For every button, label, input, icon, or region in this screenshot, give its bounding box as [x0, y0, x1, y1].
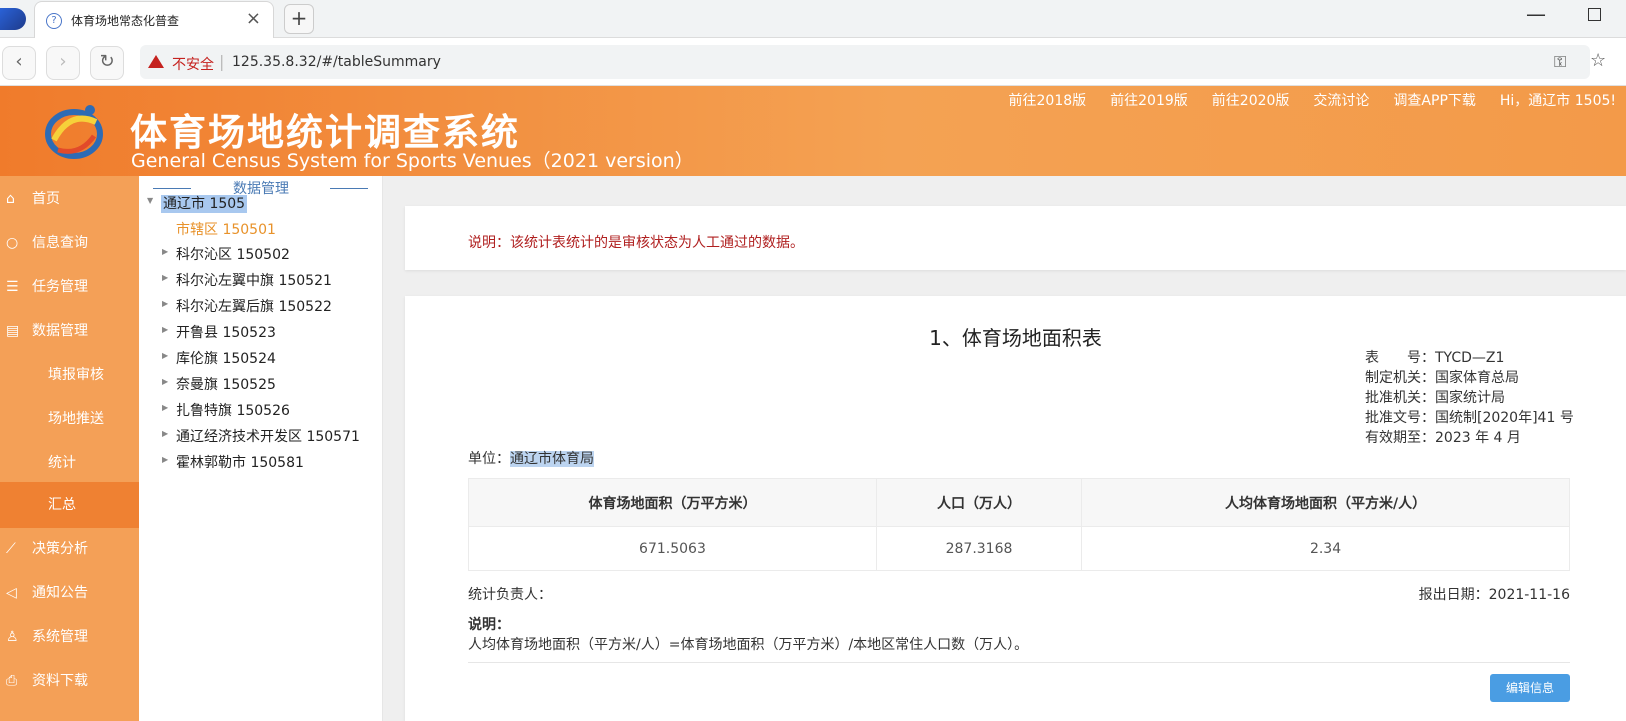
caret-right-icon[interactable]: ▶ — [162, 403, 168, 412]
speaker-icon: ◁ — [6, 585, 17, 601]
tree-node[interactable]: ▶ 库伦旗 150524 — [162, 348, 276, 368]
sidebar-item-download[interactable]: ⎙ 资料下载 — [0, 658, 139, 704]
tab-close-icon[interactable]: × — [246, 8, 261, 29]
edit-info-button[interactable]: 编辑信息 — [1490, 674, 1570, 702]
maximize-icon[interactable] — [1588, 8, 1601, 21]
caret-right-icon[interactable]: ▶ — [162, 429, 168, 438]
caret-right-icon[interactable]: ▶ — [162, 299, 168, 308]
caret-down-icon[interactable]: ▼ — [147, 196, 153, 205]
meta-form-no: 表 号：TYCD—Z1 — [1365, 350, 1505, 366]
nav-app-download[interactable]: 调查APP下载 — [1393, 90, 1475, 110]
signer-label: 统计负责人： — [468, 587, 552, 603]
tree-node[interactable]: ▶ 通辽经济技术开发区 150571 — [162, 426, 360, 446]
app-header: 体育场地统计调查系统 General Census System for Spo… — [0, 86, 1626, 176]
home-icon: ⌂ — [6, 191, 15, 207]
bookmark-star-icon[interactable]: ☆ — [1590, 50, 1606, 71]
tree-node[interactable]: 市辖区 150501 — [176, 219, 276, 239]
sidebar-item-stats[interactable]: 统计 — [0, 440, 139, 486]
report-date: 报出日期：2021-11-16 — [1418, 587, 1570, 603]
tree-node-root[interactable]: ▼ 通辽市 1505 — [147, 193, 248, 213]
warning-icon — [148, 55, 164, 68]
new-tab-button[interactable]: + — [284, 4, 314, 34]
insecure-label[interactable]: 不安全 — [172, 54, 214, 74]
sidebar-item-tasks[interactable]: ☰ 任务管理 — [0, 264, 139, 310]
sidebar-item-query[interactable]: ○ 信息查询 — [0, 220, 139, 266]
caret-right-icon[interactable]: ▶ — [162, 377, 168, 386]
divider — [330, 188, 368, 189]
table-cell: 2.34 — [1081, 526, 1570, 571]
sidebar-item-summary[interactable]: 汇总 — [0, 482, 139, 528]
sidebar-item-notice[interactable]: ◁ 通知公告 — [0, 570, 139, 616]
help-circle-icon: ? — [46, 13, 62, 29]
search-icon: ○ — [6, 235, 19, 251]
user-icon: ♙ — [6, 629, 19, 645]
unit-value: 通辽市体育局 — [510, 451, 594, 467]
nav-2018[interactable]: 前往2018版 — [1009, 90, 1087, 110]
table-cell: 671.5063 — [468, 526, 877, 571]
reload-button[interactable]: ↻ — [90, 46, 124, 80]
browser-tab-bar: ? 体育场地常态化普查 × + — — [0, 0, 1626, 38]
user-greeting[interactable]: Hi，通辽市 1505! — [1500, 90, 1616, 110]
unit-line: 单位：通辽市体育局 — [468, 451, 594, 467]
tree-node[interactable]: ▶ 科尔沁左翼后旗 150522 — [162, 296, 332, 316]
nav-2019[interactable]: 前往2019版 — [1110, 90, 1188, 110]
divider — [468, 662, 1570, 663]
app-subtitle: General Census System for Sports Venues（… — [131, 150, 694, 172]
column-header: 体育场地面积（万平方米） — [468, 478, 877, 527]
tree-node[interactable]: ▶ 开鲁县 150523 — [162, 322, 276, 342]
caret-right-icon[interactable]: ▶ — [162, 351, 168, 360]
sidebar-item-data[interactable]: ▤ 数据管理 — [0, 308, 139, 354]
sidebar-item-home[interactable]: ⌂ 首页 — [0, 176, 139, 222]
meta-approval-no: 批准文号：国统制[2020年]41 号 — [1365, 410, 1574, 426]
chart-icon: ⟋ — [6, 541, 16, 557]
minimize-icon[interactable]: — — [1526, 2, 1546, 26]
browser-tab[interactable]: ? 体育场地常态化普查 × — [34, 1, 274, 38]
tree-node[interactable]: ▶ 霍林郭勒市 150581 — [162, 452, 304, 472]
tree-node[interactable]: ▶ 科尔沁区 150502 — [162, 244, 290, 264]
table-row: 671.5063 287.3168 2.34 — [468, 526, 1570, 571]
area-table: 体育场地面积（万平方米） 人口（万人） 人均体育场地面积（平方米/人） 671.… — [468, 478, 1570, 571]
forward-button[interactable]: › — [46, 46, 80, 80]
tree-node[interactable]: ▶ 扎鲁特旗 150526 — [162, 400, 290, 420]
column-header: 人均体育场地面积（平方米/人） — [1081, 478, 1570, 527]
sidebar-item-system[interactable]: ♙ 系统管理 — [0, 614, 139, 660]
separator: | — [219, 52, 225, 71]
meta-valid-until: 有效期至：2023 年 4 月 — [1365, 430, 1521, 446]
column-header: 人口（万人） — [875, 478, 1083, 527]
sidebar-item-review[interactable]: 填报审核 — [0, 352, 139, 398]
back-button[interactable]: ‹ — [2, 46, 36, 80]
caret-right-icon[interactable]: ▶ — [162, 247, 168, 256]
table-cell: 287.3168 — [875, 526, 1083, 571]
report-panel: 1、体育场地面积表 表 号：TYCD—Z1 制定机关：国家体育总局 批准机关：国… — [405, 296, 1626, 721]
note-text: 人均体育场地面积（平方米/人）=体育场地面积（万平方米）/本地区常住人口数（万人… — [468, 637, 1029, 653]
nav-2020[interactable]: 前往2020版 — [1212, 90, 1290, 110]
task-icon: ☰ — [6, 279, 19, 295]
url-text[interactable]: 125.35.8.32/#/tableSummary — [232, 54, 441, 70]
nav-discussion[interactable]: 交流讨论 — [1313, 90, 1369, 110]
app-logo-icon — [45, 105, 103, 159]
notice-panel: 说明：该统计表统计的是审核状态为人工通过的数据。 — [405, 206, 1626, 270]
caret-right-icon[interactable]: ▶ — [162, 273, 168, 282]
tree-node[interactable]: ▶ 科尔沁左翼中旗 150521 — [162, 270, 332, 290]
note-title: 说明： — [468, 617, 510, 633]
browser-logo-icon — [0, 8, 26, 30]
meta-approver: 批准机关：国家统计局 — [1365, 390, 1505, 406]
data-icon: ▤ — [6, 323, 20, 339]
sidebar: ⌂ 首页 ○ 信息查询 ☰ 任务管理 ▤ 数据管理 填报审核 场地推送 统计 汇总 ⟋ 决… — [0, 176, 139, 721]
sidebar-item-analysis[interactable]: ⟋ 决策分析 — [0, 526, 139, 572]
caret-right-icon[interactable]: ▶ — [162, 455, 168, 464]
browser-toolbar: ‹ › ↻ 不安全 | 125.35.8.32/#/tableSummary ⚿… — [0, 38, 1626, 86]
notice-text: 说明：该统计表统计的是审核状态为人工通过的数据。 — [468, 235, 804, 251]
top-nav: 前往2018版 前往2019版 前往2020版 交流讨论 调查APP下载 Hi，… — [1009, 90, 1617, 110]
meta-issuer: 制定机关：国家体育总局 — [1365, 370, 1519, 386]
sidebar-item-push[interactable]: 场地推送 — [0, 396, 139, 442]
report-meta: 表 号：TYCD—Z1 制定机关：国家体育总局 批准机关：国家统计局 批准文号：… — [1365, 348, 1574, 448]
download-icon: ⎙ — [6, 673, 18, 689]
report-title: 1、体育场地面积表 — [929, 326, 1102, 350]
key-icon[interactable]: ⚿ — [1554, 52, 1566, 72]
region-tree: 数据管理 ▼ 通辽市 1505 市辖区 150501 ▶ 科尔沁区 150502 ▶… — [139, 176, 383, 721]
tab-title: 体育场地常态化普查 — [71, 14, 180, 28]
caret-right-icon[interactable]: ▶ — [162, 325, 168, 334]
tree-node[interactable]: ▶ 奈曼旗 150525 — [162, 374, 276, 394]
